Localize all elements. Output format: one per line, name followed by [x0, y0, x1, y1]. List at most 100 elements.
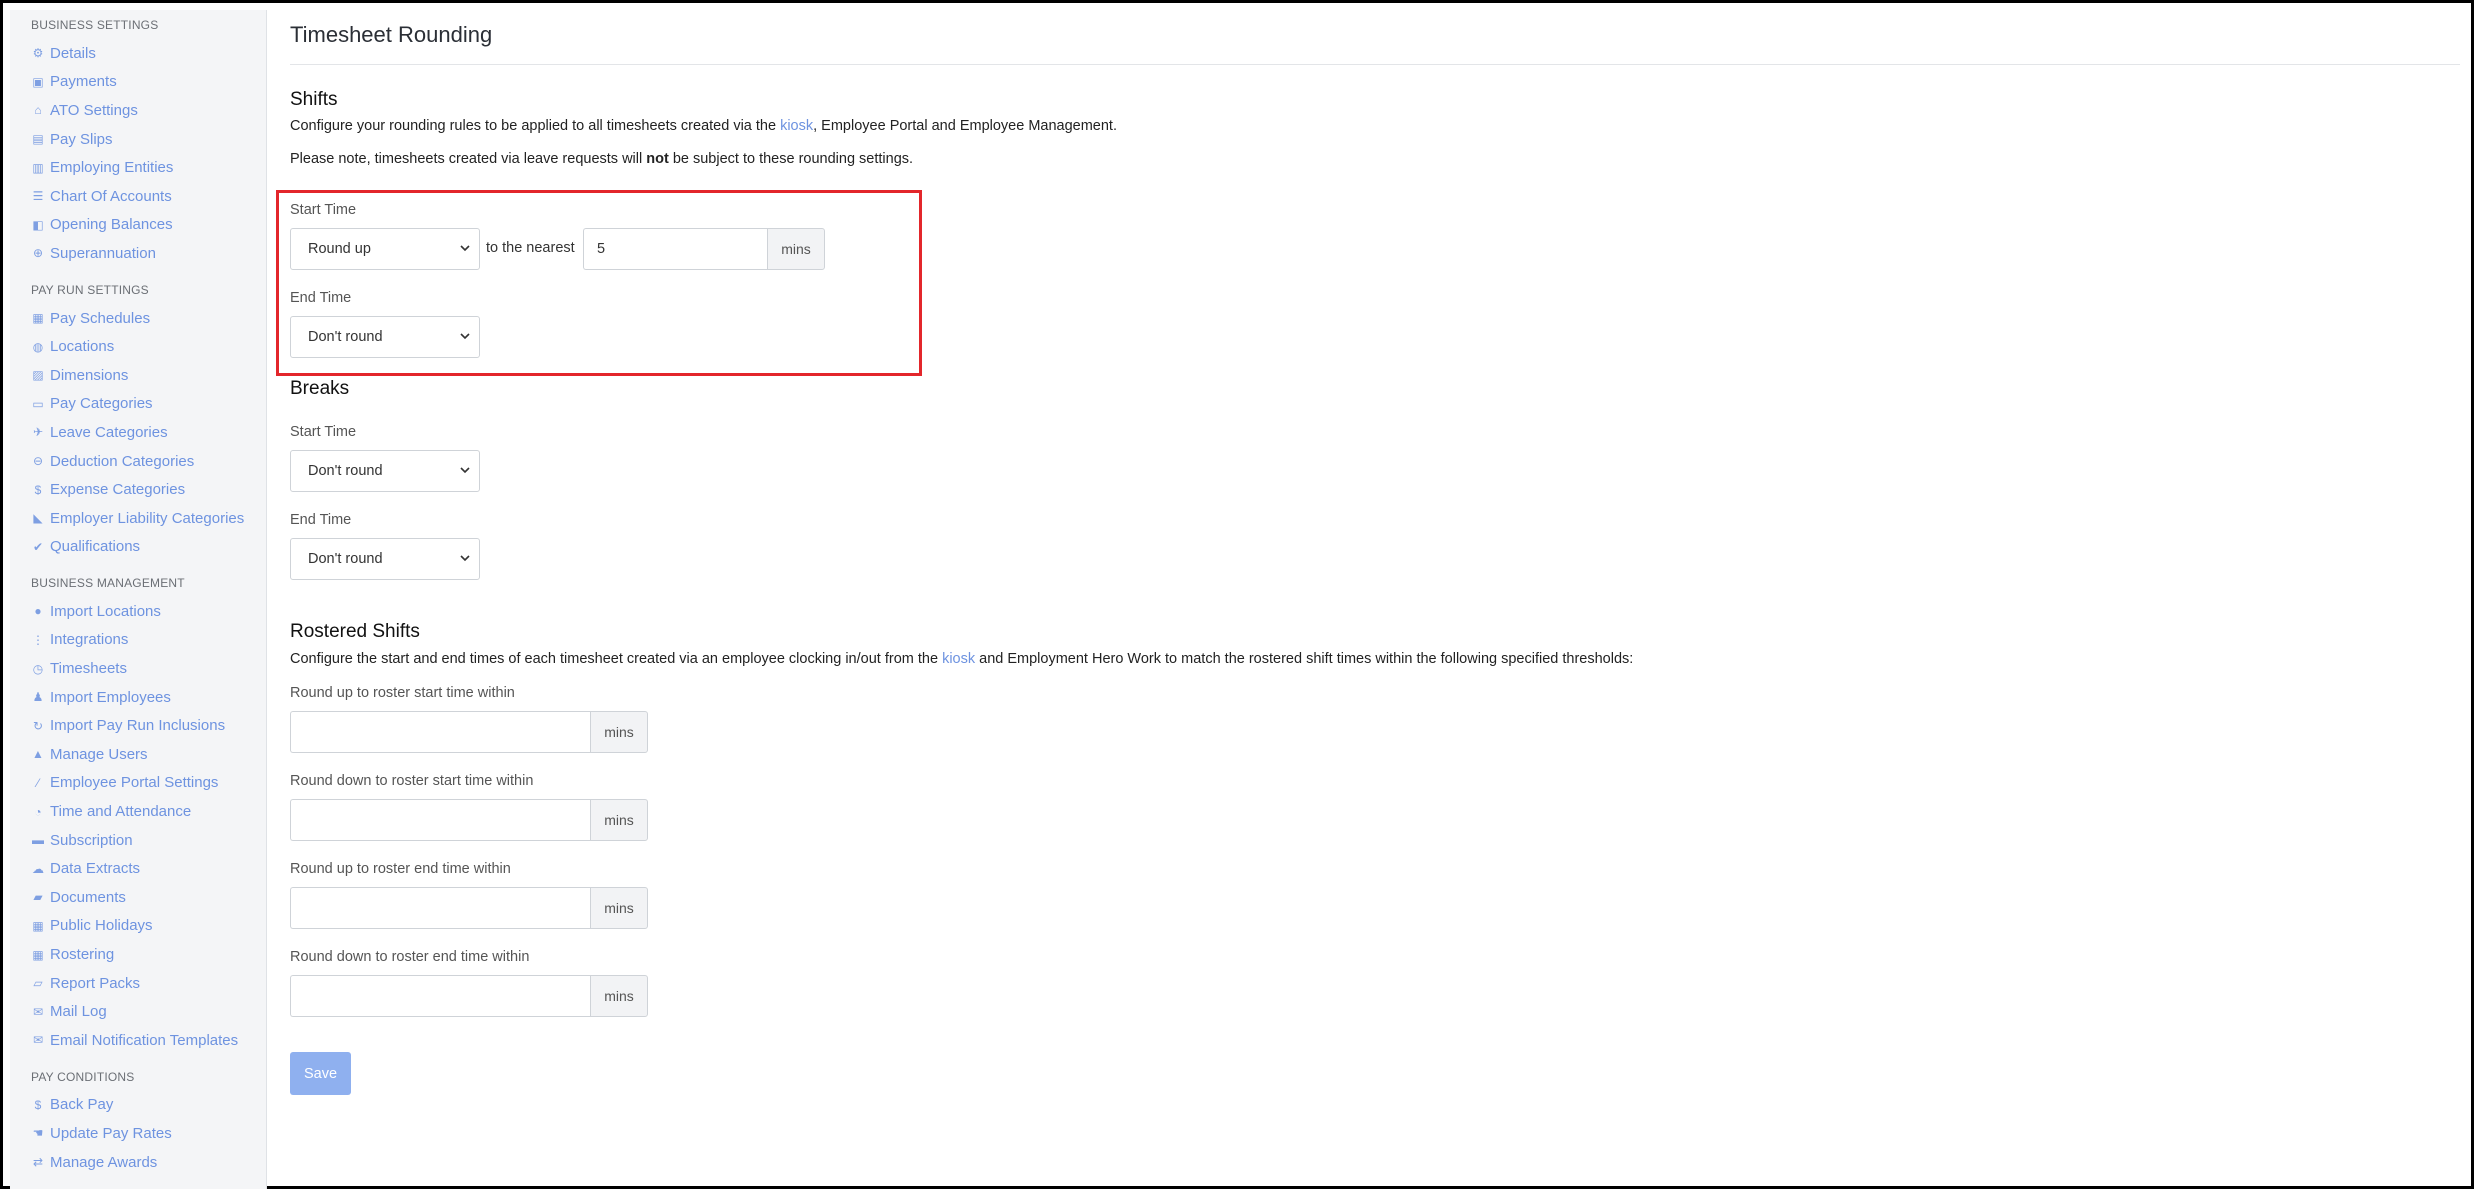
sidebar-item-label: Integrations: [50, 631, 129, 649]
shifts-note-after: be subject to these rounding settings.: [668, 151, 914, 167]
dollar-circle-icon: $: [34, 482, 42, 497]
sidebar-item-label: Import Locations: [50, 602, 161, 620]
clock-icon: ◷: [32, 661, 44, 676]
sidebar-item-label: Locations: [50, 338, 115, 356]
sidebar-item-back-pay[interactable]: $ Back Pay: [10, 1091, 266, 1120]
sidebar-section-title: PAY RUN SETTINGS: [31, 282, 149, 297]
sidebar-item-label: Pay Schedules: [50, 309, 151, 327]
save-button[interactable]: Save: [290, 1052, 351, 1095]
roster-end-up-input[interactable]: [290, 887, 590, 929]
sidebar-item-subscription[interactable]: ▬ Subscription: [10, 826, 266, 855]
roster-start-down-input[interactable]: [290, 799, 590, 841]
sidebar-item-pay-schedules[interactable]: ▦ Pay Schedules: [10, 304, 266, 333]
sidebar-item-employer-liability-categories[interactable]: ◣ Employer Liability Categories: [10, 504, 266, 533]
people-icon: ♟: [32, 690, 44, 705]
break-end-select[interactable]: Don't round: [290, 538, 480, 580]
sidebar-item-integrations[interactable]: ⋮ Integrations: [10, 626, 266, 655]
sidebar-item-documents[interactable]: ▰ Documents: [10, 883, 266, 912]
break-start-value: Don't round: [308, 463, 383, 479]
bank-icon: ⌂: [34, 103, 42, 118]
sidebar-item-email-notification-templates[interactable]: ✉ Email Notification Templates: [10, 1026, 266, 1055]
title-divider: [290, 64, 2460, 65]
sidebar-item-label: Subscription: [50, 831, 133, 849]
rostered-desc-after: and Employment Hero Work to match the ro…: [975, 651, 1634, 667]
list-icon: ☰: [32, 189, 44, 204]
sidebar-item-label: Superannuation: [50, 244, 156, 262]
sidebar-item-manage-users[interactable]: ▲ Manage Users: [10, 740, 266, 769]
sidebar-list: BUSINESS SETTINGS ⚙ Details ▣ Payments ⌂ ATO S…: [10, 10, 266, 1176]
sidebar-item-deduction-categories[interactable]: ⊖ Deduction Categories: [10, 447, 266, 476]
sidebar-item-manage-awards[interactable]: ⇄ Manage Awards: [10, 1148, 266, 1177]
sidebar-item-expense-categories[interactable]: $ Expense Categories: [10, 475, 266, 504]
sidebar-item-label: Dimensions: [50, 366, 129, 384]
money-icon: ▭: [32, 396, 44, 411]
roster-icon: ▦: [32, 947, 44, 962]
sidebar-section-title: BUSINESS SETTINGS: [31, 18, 159, 32]
shifts-description: Configure your rounding rules to be appl…: [290, 118, 1117, 134]
sidebar-item-dimensions[interactable]: ▨ Dimensions: [10, 361, 266, 390]
sidebar-item-superannuation[interactable]: ⊕ Superannuation: [10, 239, 266, 268]
sidebar-item-opening-balances[interactable]: ◧ Opening Balances: [10, 211, 266, 240]
sidebar-item-import-employees[interactable]: ♟ Import Employees: [10, 683, 266, 712]
sidebar-item-employee-portal-settings[interactable]: ⁄ Employee Portal Settings: [10, 769, 266, 798]
plug-icon: ⋮: [32, 632, 44, 647]
lock-icon: ▲: [32, 747, 44, 762]
hand-money-icon: ☚: [32, 1126, 44, 1141]
check-icon: ✔: [32, 539, 44, 554]
sidebar-item-data-extracts[interactable]: ☁ Data Extracts: [10, 854, 266, 883]
sidebar-item-qualifications[interactable]: ✔ Qualifications: [10, 533, 266, 562]
sidebar-item-label: Pay Categories: [50, 395, 153, 413]
sidebar-item-details[interactable]: ⚙ Details: [10, 39, 266, 68]
sidebar-item-label: Back Pay: [50, 1096, 114, 1114]
sidebar-item-import-pay-run-inclusions[interactable]: ↻ Import Pay Run Inclusions: [10, 711, 266, 740]
roster-start-up-group: mins: [290, 711, 648, 753]
sidebar-item-report-packs[interactable]: ▱ Report Packs: [10, 969, 266, 998]
unit-addon: mins: [590, 887, 648, 929]
page-title: Timesheet Rounding: [290, 22, 493, 47]
lifebuoy-icon: ⊕: [32, 246, 44, 261]
sidebar-item-label: Employee Portal Settings: [50, 774, 219, 792]
sidebar-item-label: Payments: [50, 73, 117, 91]
sidebar-item-leave-categories[interactable]: ✈ Leave Categories: [10, 418, 266, 447]
sidebar-item-rostering[interactable]: ▦ Rostering: [10, 940, 266, 969]
wand-icon: ⁄: [36, 775, 39, 790]
sidebar-item-import-locations[interactable]: ● Import Locations: [10, 597, 266, 626]
rostered-heading: Rostered Shifts: [290, 621, 420, 642]
file-icon: ▤: [32, 132, 44, 147]
sidebar-item-label: Rostering: [50, 946, 115, 964]
sidebar-item-chart-of-accounts[interactable]: ☰ Chart Of Accounts: [10, 182, 266, 211]
break-start-select[interactable]: Don't round: [290, 450, 480, 492]
sidebar-item-time-and-attendance[interactable]: ◔ Time and Attendance: [10, 797, 266, 826]
kiosk-link[interactable]: kiosk: [942, 651, 975, 667]
sidebar-item-locations[interactable]: ◍ Locations: [10, 332, 266, 361]
envelope-icon: ✉: [32, 1033, 44, 1048]
chart-box-icon: ▨: [32, 368, 44, 383]
sidebar-item-pay-slips[interactable]: ▤ Pay Slips: [10, 125, 266, 154]
shifts-heading: Shifts: [290, 89, 338, 110]
save-icon: ▣: [32, 74, 44, 89]
sidebar-item-label: Employer Liability Categories: [50, 509, 245, 527]
sidebar-item-pay-categories[interactable]: ▭ Pay Categories: [10, 390, 266, 419]
sidebar-item-public-holidays[interactable]: ▦ Public Holidays: [10, 912, 266, 941]
sidebar-item-employing-entities[interactable]: ▥ Employing Entities: [10, 153, 266, 182]
kiosk-link[interactable]: kiosk: [780, 118, 813, 134]
sidebar-item-mail-log[interactable]: ✉ Mail Log: [10, 997, 266, 1026]
pin-icon: ●: [34, 604, 42, 619]
sidebar-item-payments[interactable]: ▣ Payments: [10, 68, 266, 97]
sidebar-item-label: Manage Awards: [50, 1153, 158, 1171]
unit-addon: mins: [590, 711, 648, 753]
chevron-down-icon: [460, 467, 470, 474]
sidebar-item-timesheets[interactable]: ◷ Timesheets: [10, 654, 266, 683]
highlight-box: [276, 190, 922, 376]
roster-end-down-input[interactable]: [290, 975, 590, 1017]
building-icon: ▥: [32, 160, 44, 175]
sidebar-item-label: Expense Categories: [50, 481, 186, 499]
sidebar-section-title: BUSINESS MANAGEMENT: [31, 576, 185, 591]
roster-start-down-group: mins: [290, 799, 648, 841]
calendar-icon: ▦: [32, 311, 44, 326]
sidebar-item-label: Import Pay Run Inclusions: [50, 717, 226, 735]
sidebar-item-update-pay-rates[interactable]: ☚ Update Pay Rates: [10, 1119, 266, 1148]
sidebar-item-ato-settings[interactable]: ⌂ ATO Settings: [10, 96, 266, 125]
shifts-desc-before: Configure your rounding rules to be appl…: [290, 118, 781, 134]
roster-start-up-input[interactable]: [290, 711, 590, 753]
